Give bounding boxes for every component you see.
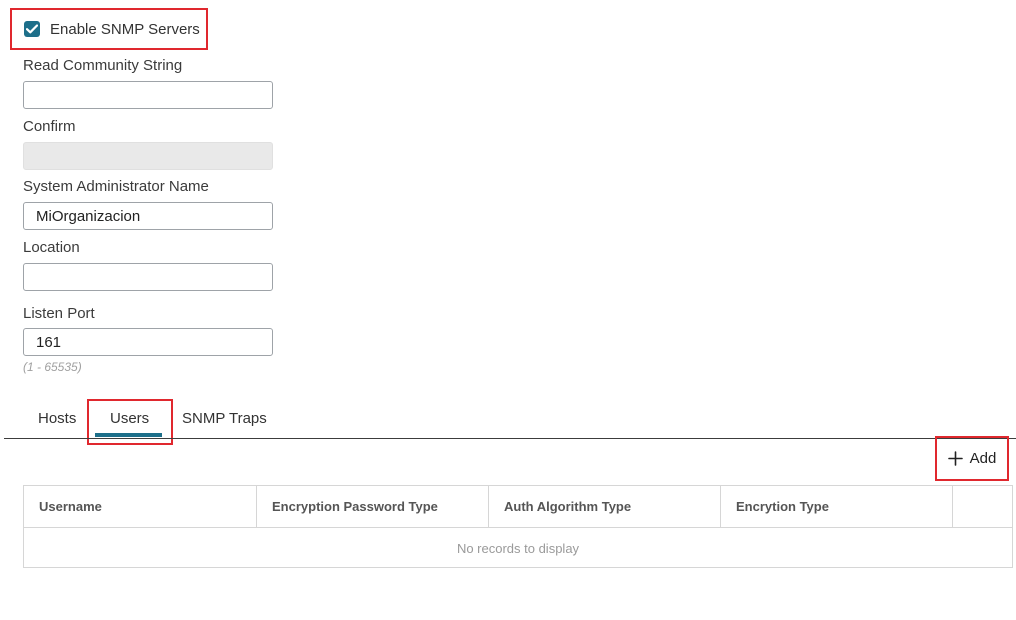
read-community-input[interactable] [23,81,273,109]
column-header-encryption-type[interactable]: Encrytion Type [721,486,953,527]
column-header-actions [953,486,1012,527]
confirm-label: Confirm [23,118,76,135]
table-empty-message: No records to display [456,540,580,556]
tab-snmp-traps[interactable]: SNMP Traps [182,410,267,427]
tab-users[interactable]: Users [110,410,149,427]
location-label: Location [23,239,80,256]
column-header-encryption-password-type[interactable]: Encryption Password Type [257,486,489,527]
active-tab-indicator [95,433,162,437]
tab-hosts[interactable]: Hosts [38,410,76,427]
add-button-label: Add [969,450,997,467]
listen-port-input[interactable] [23,328,273,356]
enable-snmp-label: Enable SNMP Servers [50,20,200,38]
users-table: Username Encryption Password Type Auth A… [23,485,1013,568]
table-header-row: Username Encryption Password Type Auth A… [24,486,1012,528]
tabs-divider [4,438,1016,439]
location-input[interactable] [23,263,273,291]
listen-port-hint: (1 - 65535) [23,360,82,374]
sys-admin-label: System Administrator Name [23,178,209,195]
listen-port-label: Listen Port [23,305,95,322]
sys-admin-input[interactable] [23,202,273,230]
snmp-settings-page: Enable SNMP Servers Read Community Strin… [0,0,1016,620]
enable-snmp-checkbox-row[interactable]: Enable SNMP Servers [10,8,208,50]
read-community-label: Read Community String [23,57,183,74]
checkbox-checked-icon[interactable] [24,21,40,37]
add-user-button[interactable]: Add [935,436,1009,481]
column-header-username[interactable]: Username [24,486,257,527]
confirm-input [23,142,273,170]
plus-icon [947,451,963,466]
column-header-auth-algorithm-type[interactable]: Auth Algorithm Type [489,486,721,527]
